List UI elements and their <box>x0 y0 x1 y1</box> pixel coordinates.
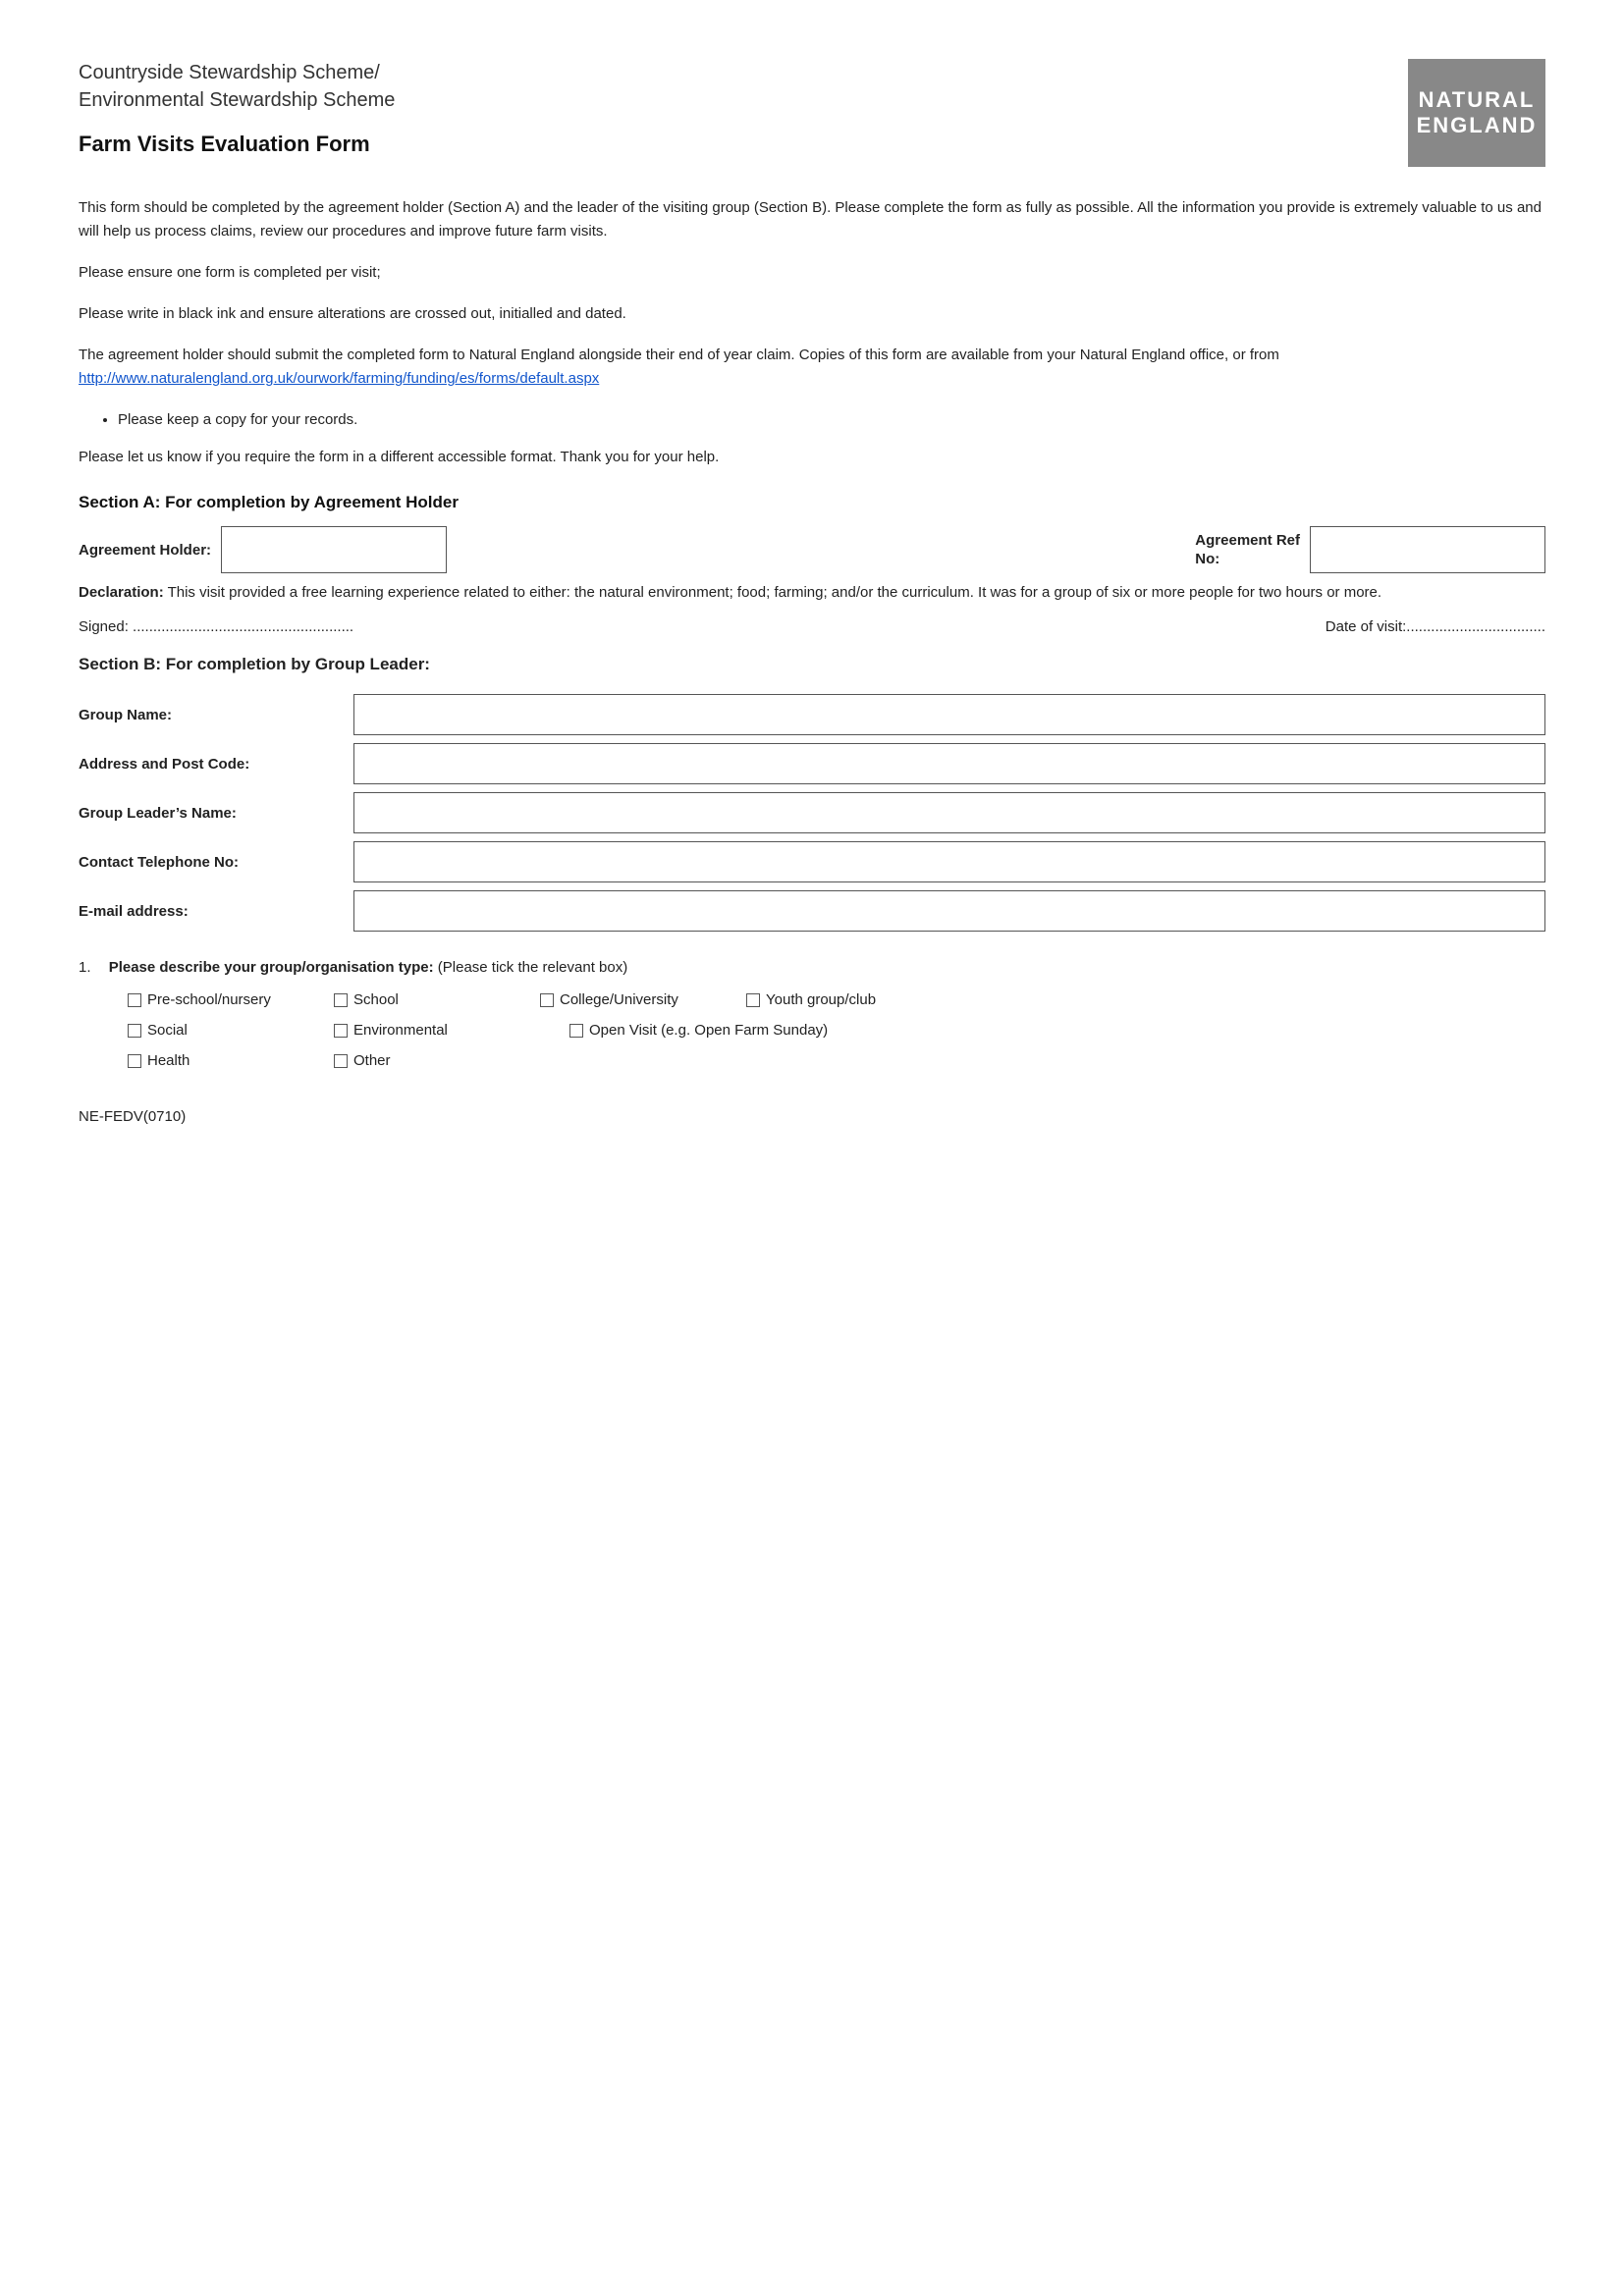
agreement-holder-label: Agreement Holder: <box>79 542 211 559</box>
page-header: Countryside Stewardship Scheme/ Environm… <box>79 59 1545 167</box>
form-title: Farm Visits Evaluation Form <box>79 132 1369 157</box>
agreement-holder-row: Agreement Holder: Agreement Ref No: <box>79 526 1545 573</box>
email-row: E-mail address: <box>79 890 1545 932</box>
checkbox-row-2: Social Environmental Open Visit (e.g. Op… <box>128 1022 1545 1039</box>
org-title-line2: Environmental Stewardship Scheme <box>79 89 395 111</box>
checkbox-social[interactable]: Social <box>128 1022 295 1039</box>
contact-tel-label: Contact Telephone No: <box>79 841 353 882</box>
agreement-ref-label-line2: No: <box>1195 550 1219 569</box>
intro-paragraph1: This form should be completed by the agr… <box>79 196 1545 243</box>
checkbox-school-box[interactable] <box>334 993 348 1007</box>
group-leader-row: Group Leader’s Name: <box>79 792 1545 833</box>
checkbox-open-visit[interactable]: Open Visit (e.g. Open Farm Sunday) <box>569 1022 884 1039</box>
footer-code: NE-FEDV(0710) <box>79 1108 1545 1125</box>
group-leader-input[interactable] <box>353 792 1545 833</box>
question1-section: 1. Please describe your group/organisati… <box>79 959 1545 1069</box>
checkbox-other-box[interactable] <box>334 1054 348 1068</box>
agreement-holder-field: Agreement Holder: <box>79 526 447 573</box>
checkbox-environmental-label: Environmental <box>353 1022 448 1039</box>
intro-paragraph5: Please let us know if you require the fo… <box>79 446 1545 469</box>
bullet-item-1: Please keep a copy for your records. <box>118 408 1545 432</box>
org-title-line1: Countryside Stewardship Scheme/ <box>79 62 380 83</box>
checkbox-social-box[interactable] <box>128 1024 141 1038</box>
checkbox-youth-box[interactable] <box>746 993 760 1007</box>
section-b-heading: Section B: For completion by Group Leade… <box>79 655 1545 674</box>
checkbox-health-label: Health <box>147 1052 189 1069</box>
checkbox-health[interactable]: Health <box>128 1052 295 1069</box>
agreement-holder-input[interactable] <box>221 526 447 573</box>
checkbox-environmental-box[interactable] <box>334 1024 348 1038</box>
checkbox-row-1: Pre-school/nursery School College/Univer… <box>128 991 1545 1008</box>
agreement-ref-field: Agreement Ref No: <box>1195 526 1545 573</box>
signed-date-row: Signed: ................................… <box>79 618 1545 635</box>
bullet-list: Please keep a copy for your records. <box>118 408 1545 432</box>
email-input[interactable] <box>353 890 1545 932</box>
group-name-label: Group Name: <box>79 694 353 735</box>
section-a-heading: Section A: For completion by Agreement H… <box>79 493 1545 512</box>
email-label: E-mail address: <box>79 890 353 932</box>
header-text: Countryside Stewardship Scheme/ Environm… <box>79 59 1369 157</box>
question1-number: 1. <box>79 959 91 976</box>
checkbox-college-label: College/University <box>560 991 678 1008</box>
declaration-bold: Declaration: <box>79 584 164 601</box>
checkbox-environmental[interactable]: Environmental <box>334 1022 530 1039</box>
contact-tel-row: Contact Telephone No: <box>79 841 1545 882</box>
checkbox-open-visit-label: Open Visit (e.g. Open Farm Sunday) <box>589 1022 828 1039</box>
logo-line1: NATURAL <box>1419 87 1536 113</box>
agreement-ref-label-col: Agreement Ref No: <box>1195 531 1300 569</box>
checkbox-row-3: Health Other <box>128 1052 1545 1069</box>
agreement-ref-input[interactable] <box>1310 526 1545 573</box>
checkbox-school-label: School <box>353 991 399 1008</box>
declaration-text: Declaration: This visit provided a free … <box>79 581 1545 605</box>
agreement-ref-label-line1: Agreement Ref <box>1195 531 1300 551</box>
group-leader-label: Group Leader’s Name: <box>79 792 353 833</box>
declaration-body: This visit provided a free learning expe… <box>164 584 1381 601</box>
intro-paragraph3: Please write in black ink and ensure alt… <box>79 302 1545 326</box>
checkbox-grid: Pre-school/nursery School College/Univer… <box>128 991 1545 1069</box>
checkbox-youth-label: Youth group/club <box>766 991 876 1008</box>
address-input[interactable] <box>353 743 1545 784</box>
checkbox-preschool-box[interactable] <box>128 993 141 1007</box>
checkbox-college[interactable]: College/University <box>540 991 707 1008</box>
question1-label-normal: (Please tick the relevant box) <box>434 959 628 976</box>
question1-label-bold: Please describe your group/organisation … <box>109 959 434 976</box>
group-name-row: Group Name: <box>79 694 1545 735</box>
checkbox-other[interactable]: Other <box>334 1052 530 1069</box>
group-name-input[interactable] <box>353 694 1545 735</box>
org-title: Countryside Stewardship Scheme/ Environm… <box>79 59 1369 114</box>
checkbox-social-label: Social <box>147 1022 188 1039</box>
intro-paragraph4: The agreement holder should submit the c… <box>79 344 1545 391</box>
address-label: Address and Post Code: <box>79 743 353 784</box>
question1-label: 1. Please describe your group/organisati… <box>79 959 1545 976</box>
checkbox-preschool-label: Pre-school/nursery <box>147 991 271 1008</box>
date-label: Date of visit:..........................… <box>1326 618 1545 635</box>
naturalengland-link[interactable]: http://www.naturalengland.org.uk/ourwork… <box>79 370 599 387</box>
address-row: Address and Post Code: <box>79 743 1545 784</box>
natural-england-logo: NATURAL ENGLAND <box>1408 59 1545 167</box>
checkbox-college-box[interactable] <box>540 993 554 1007</box>
contact-tel-input[interactable] <box>353 841 1545 882</box>
checkbox-other-label: Other <box>353 1052 391 1069</box>
intro-paragraph4-text: The agreement holder should submit the c… <box>79 347 1279 363</box>
section-b-form: Group Name: Address and Post Code: Group… <box>79 694 1545 932</box>
logo-line2: ENGLAND <box>1417 113 1538 138</box>
checkbox-open-visit-box[interactable] <box>569 1024 583 1038</box>
checkbox-school[interactable]: School <box>334 991 501 1008</box>
checkbox-youth[interactable]: Youth group/club <box>746 991 913 1008</box>
intro-paragraph2: Please ensure one form is completed per … <box>79 261 1545 285</box>
checkbox-preschool[interactable]: Pre-school/nursery <box>128 991 295 1008</box>
checkbox-health-box[interactable] <box>128 1054 141 1068</box>
signed-label: Signed: ................................… <box>79 618 353 635</box>
